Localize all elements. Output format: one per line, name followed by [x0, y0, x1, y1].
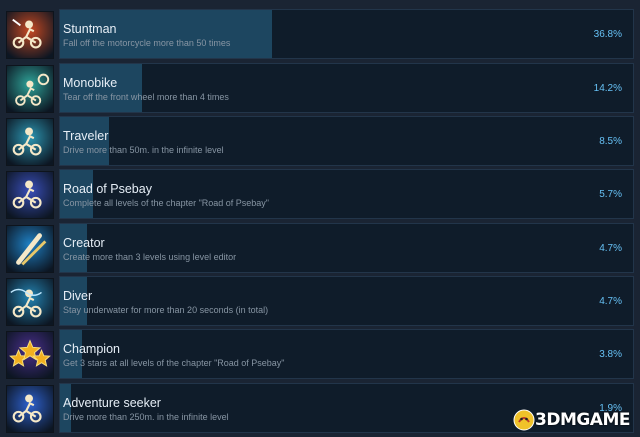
achievement-row[interactable]: Traveler Drive more than 50m. in the infi… [4, 116, 634, 166]
motorcycle-wheelie-icon [6, 385, 54, 433]
motorcycle-underwater-icon [6, 278, 54, 326]
achievement-title: Road of Psebay [63, 182, 152, 196]
achievement-row[interactable]: Road of Psebay Complete all levels of the… [4, 169, 634, 219]
achievement-panel: Traveler Drive more than 50m. in the infi… [59, 116, 634, 166]
achievement-title: Adventure seeker [63, 396, 161, 410]
unlock-percentage: 3.8% [599, 349, 622, 360]
achievement-row[interactable]: Stuntman Fall off the motorcycle more tha… [4, 9, 634, 59]
pencil-icon [6, 225, 54, 273]
motorcycle-crash-icon [6, 11, 54, 59]
achievement-title: Champion [63, 342, 120, 356]
achievement-panel: Creator Create more than 3 levels using l… [59, 223, 634, 273]
achievement-description: Stay underwater for more than 20 seconds… [63, 305, 269, 315]
achievement-title: Traveler [63, 129, 109, 143]
achievement-row[interactable]: Champion Get 3 stars at all levels of the… [4, 329, 634, 379]
unlock-percentage: 36.8% [593, 29, 622, 40]
monobike-icon [6, 65, 54, 113]
achievement-row[interactable]: Diver Stay underwater for more than 20 se… [4, 276, 634, 326]
achievement-description: Get 3 stars at all levels of the chapter… [63, 358, 285, 368]
achievement-title: Diver [63, 289, 93, 303]
unlock-percentage: 5.7% [599, 189, 622, 200]
motorcycle-travel-icon [6, 118, 54, 166]
achievement-description: Drive more than 50m. in the infinite lev… [63, 145, 224, 155]
achievement-panel: Stuntman Fall off the motorcycle more tha… [59, 9, 634, 59]
unlock-percentage: 14.2% [593, 83, 622, 94]
watermark-logo-icon [513, 409, 535, 431]
achievement-description: Create more than 3 levels using level ed… [63, 252, 237, 262]
achievement-panel: Monobike Tear off the front wheel more th… [59, 63, 634, 113]
achievement-title: Stuntman [63, 22, 117, 36]
motorcycle-jump-icon [6, 171, 54, 219]
achievement-title: Creator [63, 236, 105, 250]
achievement-row[interactable]: Creator Create more than 3 levels using l… [4, 223, 634, 273]
unlock-percentage: 4.7% [599, 296, 622, 307]
achievement-description: Tear off the front wheel more than 4 tim… [63, 92, 229, 102]
achievement-panel: Champion Get 3 stars at all levels of the… [59, 329, 634, 379]
unlock-percentage: 4.7% [599, 243, 622, 254]
watermark-text: 3DMGAME [535, 410, 631, 430]
achievement-title: Monobike [63, 76, 118, 90]
achievement-description: Drive more than 250m. in the infinite le… [63, 412, 229, 422]
achievement-description: Fall off the motorcycle more than 50 tim… [63, 38, 231, 48]
achievement-panel: Road of Psebay Complete all levels of the… [59, 169, 634, 219]
unlock-percentage: 8.5% [599, 136, 622, 147]
achievement-description: Complete all levels of the chapter "Road… [63, 198, 270, 208]
achievement-panel: Diver Stay underwater for more than 20 se… [59, 276, 634, 326]
three-stars-icon [6, 331, 54, 379]
watermark: 3DMGAME [513, 409, 631, 431]
achievement-row[interactable]: Monobike Tear off the front wheel more th… [4, 63, 634, 113]
